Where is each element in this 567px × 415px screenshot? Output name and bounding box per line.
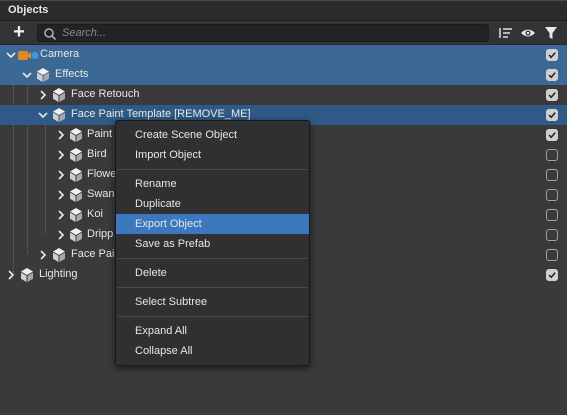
tree-row-label: Camera <box>40 48 80 60</box>
menu-item-select-subtree[interactable]: Select Subtree <box>116 292 309 312</box>
menu-item-label: Export Object <box>135 218 202 230</box>
tree-row-label: Koi <box>87 208 103 220</box>
context-menu: Create Scene Object Import Object Rename… <box>115 120 310 366</box>
search-box[interactable] <box>37 24 489 42</box>
visibility-checkbox[interactable] <box>546 109 558 121</box>
chevron-right-icon[interactable] <box>56 190 66 200</box>
chevron-right-icon[interactable] <box>38 90 48 100</box>
chevron-right-icon[interactable] <box>56 130 66 140</box>
filter-icon[interactable] <box>543 25 559 41</box>
menu-item-label: Delete <box>135 267 167 279</box>
menu-item-save-as-prefab[interactable]: Save as Prefab <box>116 234 309 254</box>
objects-toolbar: + <box>0 21 567 45</box>
scene-object-icon <box>70 208 82 222</box>
menu-separator <box>117 258 308 259</box>
checkmark-icon <box>548 112 556 119</box>
scene-object-icon <box>70 128 82 142</box>
tree-row-label: Lighting <box>39 268 78 280</box>
visibility-checkbox[interactable] <box>546 129 558 141</box>
scene-object-icon <box>70 148 82 162</box>
tree-row-label: Bird <box>87 148 107 160</box>
scene-object-icon <box>70 168 82 182</box>
visibility-checkbox[interactable] <box>546 249 558 261</box>
menu-item-label: Duplicate <box>135 198 181 210</box>
tree-row-label: Dripp <box>87 228 114 240</box>
search-input[interactable] <box>62 26 482 40</box>
checkmark-icon <box>548 92 556 99</box>
menu-item-label: Save as Prefab <box>135 238 211 250</box>
menu-item-delete[interactable]: Delete <box>116 263 309 283</box>
scene-object-icon <box>53 88 65 102</box>
menu-item-label: Rename <box>135 178 177 190</box>
scene-object-icon <box>53 248 65 262</box>
menu-item-label: Expand All <box>135 325 187 337</box>
visibility-checkbox[interactable] <box>546 269 558 281</box>
chevron-down-icon[interactable] <box>38 110 48 120</box>
menu-separator <box>117 169 308 170</box>
menu-item-label: Import Object <box>135 149 202 161</box>
visibility-checkbox[interactable] <box>546 209 558 221</box>
menu-item-duplicate[interactable]: Duplicate <box>116 194 309 214</box>
chevron-right-icon[interactable] <box>56 150 66 160</box>
tree-row-label: Effects <box>55 68 89 80</box>
camera-icon <box>18 51 39 60</box>
menu-item-collapse-all[interactable]: Collapse All <box>116 341 309 361</box>
chevron-right-icon[interactable] <box>6 270 16 280</box>
chevron-right-icon[interactable] <box>56 230 66 240</box>
menu-item-label: Collapse All <box>135 345 193 357</box>
menu-item-expand-all[interactable]: Expand All <box>116 321 309 341</box>
scene-object-icon <box>21 268 33 282</box>
visibility-checkbox[interactable] <box>546 189 558 201</box>
checkmark-icon <box>548 272 556 279</box>
visibility-checkbox[interactable] <box>546 229 558 241</box>
scene-object-icon <box>70 188 82 202</box>
tree-row-effects[interactable]: Effects <box>0 65 567 85</box>
search-icon <box>44 28 57 41</box>
tree-row-label: Swan <box>87 188 115 200</box>
visibility-checkbox[interactable] <box>546 89 558 101</box>
panel-title-bar: Objects <box>0 1 567 21</box>
scene-object-icon <box>53 108 65 122</box>
panel-title: Objects <box>8 4 49 16</box>
menu-item-export-object[interactable]: Export Object <box>116 214 309 234</box>
visibility-checkbox[interactable] <box>546 69 558 81</box>
tree-row-label: Face Paint Template [REMOVE_ME] <box>71 108 251 120</box>
menu-item-import-object[interactable]: Import Object <box>116 145 309 165</box>
chevron-down-icon[interactable] <box>6 50 16 60</box>
tree-row-camera[interactable]: Camera <box>0 45 567 65</box>
menu-separator <box>117 287 308 288</box>
visibility-checkbox[interactable] <box>546 149 558 161</box>
eye-icon[interactable] <box>520 25 536 41</box>
chevron-right-icon[interactable] <box>56 210 66 220</box>
tree-row-label: Face Pai <box>71 248 115 260</box>
plus-icon[interactable]: + <box>10 22 28 42</box>
visibility-checkbox[interactable] <box>546 169 558 181</box>
menu-item-label: Select Subtree <box>135 296 208 308</box>
checkmark-icon <box>548 72 556 79</box>
tree-row-label: Flowe <box>87 168 117 180</box>
tree-row-label: Face Retouch <box>71 88 140 100</box>
chevron-right-icon[interactable] <box>38 250 48 260</box>
checkmark-icon <box>548 52 556 59</box>
scene-object-icon <box>37 68 49 82</box>
chevron-down-icon[interactable] <box>22 70 32 80</box>
visibility-checkbox[interactable] <box>546 49 558 61</box>
chevron-right-icon[interactable] <box>56 170 66 180</box>
sort-list-icon[interactable] <box>498 25 514 41</box>
menu-item-label: Create Scene Object <box>135 129 238 141</box>
menu-item-rename[interactable]: Rename <box>116 174 309 194</box>
scene-object-icon <box>70 228 82 242</box>
tree-row-face-retouch[interactable]: Face Retouch <box>0 85 567 105</box>
checkmark-icon <box>548 132 556 139</box>
tree-row-label: Paint <box>87 128 113 140</box>
objects-panel: Objects + Search... Camera Effects Face … <box>0 0 567 415</box>
menu-separator <box>117 316 308 317</box>
menu-item-create-scene-object[interactable]: Create Scene Object <box>116 125 309 145</box>
